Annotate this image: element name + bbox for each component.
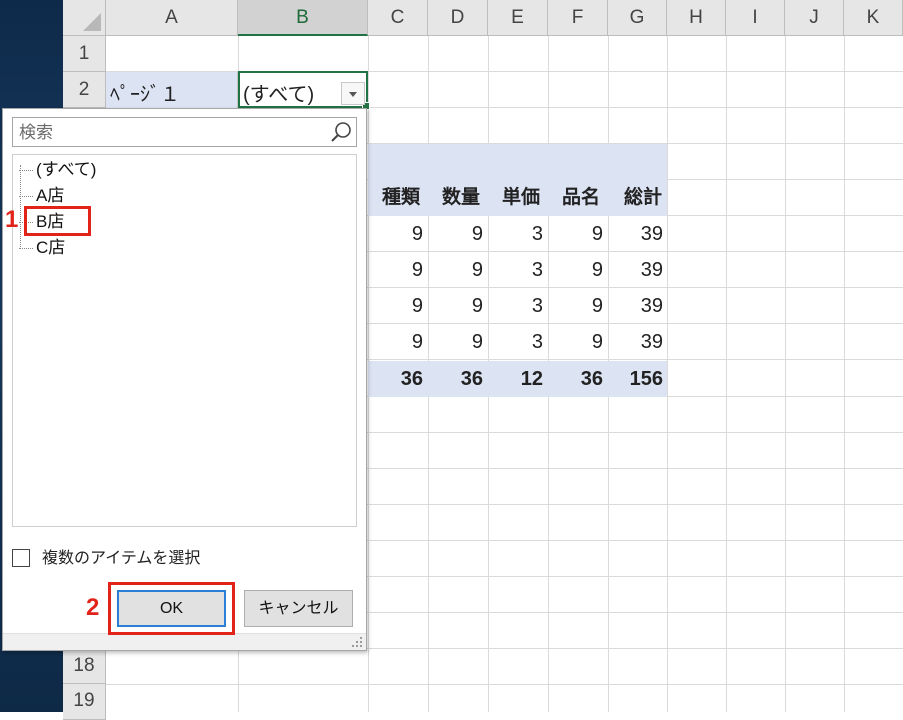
filter-dialog: (すべて) A店 B店 C店 複数のアイテムを選択 OK キャンセル [2,108,367,651]
pivot-cell[interactable]: 3 [488,216,543,252]
pivot-cell[interactable]: 39 [608,216,663,252]
pivot-header[interactable]: 総計 [608,180,662,216]
column-header-c[interactable]: C [368,0,428,36]
pivot-cell[interactable]: 3 [488,324,543,360]
pivot-header[interactable]: 種類 [368,180,420,216]
pivot-cell[interactable]: 9 [428,216,483,252]
pivot-cell[interactable]: 9 [548,216,603,252]
search-input[interactable] [17,120,321,146]
multi-select-checkbox[interactable] [12,549,30,567]
pivot-cell[interactable]: 9 [428,324,483,360]
row-header-18[interactable]: 18 [63,648,106,684]
filter-item-label: A店 [36,186,65,205]
dialog-status-bar [3,633,366,650]
pivot-header[interactable]: 単価 [488,180,540,216]
pivot-cell[interactable]: 9 [368,252,423,288]
pivot-cell[interactable]: 9 [548,324,603,360]
pivot-cell[interactable]: 39 [608,324,663,360]
pivot-cell[interactable]: 9 [368,324,423,360]
pivot-total[interactable]: 36 [548,361,603,397]
column-header-f[interactable]: F [548,0,608,36]
pivot-cell[interactable]: 9 [548,288,603,324]
column-header-d[interactable]: D [428,0,488,36]
column-header-k[interactable]: K [844,0,903,36]
column-header-e[interactable]: E [488,0,548,36]
row-header-19[interactable]: 19 [63,684,106,720]
pivot-total[interactable]: 12 [488,361,543,397]
pivot-cell[interactable]: 3 [488,288,543,324]
column-header-h[interactable]: H [667,0,726,36]
filter-item-all[interactable]: (すべて) [19,157,96,183]
page-field-value: (すべて) [243,84,315,106]
annotation-step-2: 2 [86,594,100,621]
search-icon[interactable] [330,121,352,143]
pivot-cell[interactable]: 39 [608,288,663,324]
pivot-header[interactable]: 数量 [428,180,480,216]
annotation-highlight-ok [108,582,235,635]
multi-select-label: 複数のアイテムを選択 [42,550,201,567]
pivot-cell[interactable]: 9 [428,252,483,288]
page-field-label-cell[interactable]: ﾍﾟｰｼﾞ１ [106,72,238,108]
filter-item-label: C店 [36,238,66,257]
search-box [12,117,357,147]
pivot-total[interactable]: 36 [368,361,423,397]
annotation-step-1: 1 [5,206,19,233]
column-header-j[interactable]: J [785,0,844,36]
pivot-header[interactable]: 品名 [548,180,600,216]
pivot-cell[interactable]: 9 [428,288,483,324]
pivot-cell[interactable]: 9 [548,252,603,288]
cancel-button[interactable]: キャンセル [244,590,353,627]
page-field-label: ﾍﾟｰｼﾞ１ [110,84,180,106]
filter-item-c-store[interactable]: C店 [19,235,65,261]
row-header-2[interactable]: 2 [63,72,106,108]
pivot-cell[interactable]: 39 [608,252,663,288]
pivot-total[interactable]: 36 [428,361,483,397]
chevron-down-icon [349,92,357,97]
annotation-highlight-b-store [24,206,91,236]
pivot-cell[interactable]: 3 [488,252,543,288]
select-all-corner[interactable] [63,0,106,36]
pivot-cell[interactable]: 9 [368,288,423,324]
column-header-i[interactable]: I [726,0,785,36]
column-header-b[interactable]: B [238,0,368,36]
pivot-cell[interactable]: 9 [368,216,423,252]
column-header-g[interactable]: G [608,0,667,36]
filter-item-label: (すべて) [36,160,97,179]
row-header-1[interactable]: 1 [63,36,106,72]
pivot-total[interactable]: 156 [608,361,663,397]
column-header-a[interactable]: A [106,0,238,36]
resize-grip-icon[interactable] [352,637,362,647]
filter-dropdown-button[interactable] [341,82,365,105]
